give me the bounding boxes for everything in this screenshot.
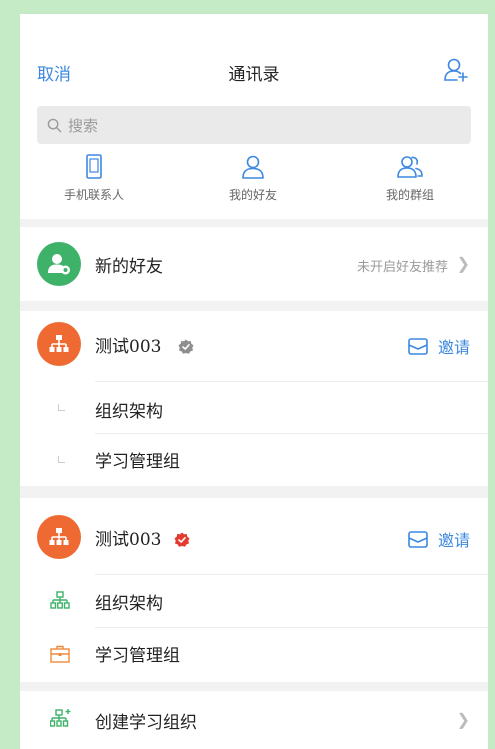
org-structure-label: 组织架构 — [95, 402, 163, 422]
mail-icon — [408, 337, 428, 355]
org-chart-icon — [49, 335, 69, 352]
org-structure-item[interactable]: 组织架构 — [20, 575, 488, 627]
search-input[interactable]: 搜索 — [37, 106, 471, 144]
study-group-item[interactable]: 学习管理组 — [20, 434, 488, 486]
person-icon — [242, 155, 264, 179]
create-org-row[interactable]: 创建学习组织 ❯ — [20, 691, 488, 749]
my-groups-label: 我的群组 — [385, 188, 434, 202]
org-avatar — [37, 515, 81, 559]
briefcase-icon — [50, 645, 70, 663]
header: 取消 通讯录 搜索 手机联系人 我的好友 我的群组 — [20, 14, 488, 219]
mail-icon — [408, 530, 428, 548]
study-group-item[interactable]: 学习管理组 — [20, 628, 488, 682]
phone-contacts-button[interactable]: 手机联系人 — [34, 154, 154, 203]
create-org-icon — [50, 709, 71, 727]
chevron-right-icon: ❯ — [456, 710, 470, 729]
contacts-screen: 取消 通讯录 搜索 手机联系人 我的好友 我的群组 新的好友 未开启好友推荐 ❯… — [20, 14, 488, 749]
search-placeholder: 搜索 — [68, 116, 99, 135]
person-add-icon — [48, 254, 70, 275]
create-org-label: 创建学习组织 — [95, 713, 197, 733]
org-structure-icon — [50, 591, 70, 609]
org-section: 测试003 邀请 组织架构 学习管理组 — [20, 311, 488, 486]
my-friends-button[interactable]: 我的好友 — [193, 154, 313, 203]
add-user-icon[interactable] — [442, 56, 470, 84]
tree-branch-icon — [58, 404, 65, 411]
org-name: 测试003 — [95, 337, 162, 357]
my-groups-button[interactable]: 我的群组 — [350, 154, 470, 203]
phone-contacts-label: 手机联系人 — [63, 188, 124, 202]
chevron-right-icon: ❯ — [456, 254, 470, 273]
org-name: 测试003 — [95, 530, 162, 550]
search-icon — [47, 118, 62, 132]
invite-label: 邀请 — [437, 338, 470, 357]
new-friends-label: 新的好友 — [95, 257, 163, 277]
study-group-label: 学习管理组 — [95, 646, 180, 666]
friend-recommend-hint: 未开启好友推荐 — [356, 260, 448, 275]
new-friends-avatar — [37, 242, 81, 286]
study-group-label: 学习管理组 — [95, 452, 180, 472]
invite-button[interactable]: 邀请 — [408, 334, 470, 358]
phone-icon — [86, 154, 102, 179]
page-title: 通讯录 — [228, 65, 280, 85]
org-avatar — [37, 322, 81, 366]
gray-verified-badge — [178, 339, 194, 354]
tree-branch-icon — [58, 456, 65, 463]
invite-label: 邀请 — [437, 531, 470, 550]
org-structure-label: 组织架构 — [95, 594, 163, 614]
invite-button[interactable]: 邀请 — [408, 527, 470, 551]
red-verified-badge — [174, 532, 190, 547]
new-friends-row[interactable]: 新的好友 未开启好友推荐 ❯ — [20, 227, 488, 301]
org-chart-icon — [49, 528, 69, 545]
my-friends-label: 我的好友 — [228, 188, 277, 202]
org-section: 测试003 邀请 组织架构 学习管理组 — [20, 498, 488, 682]
org-structure-item[interactable]: 组织架构 — [20, 382, 488, 434]
group-icon — [397, 156, 423, 178]
